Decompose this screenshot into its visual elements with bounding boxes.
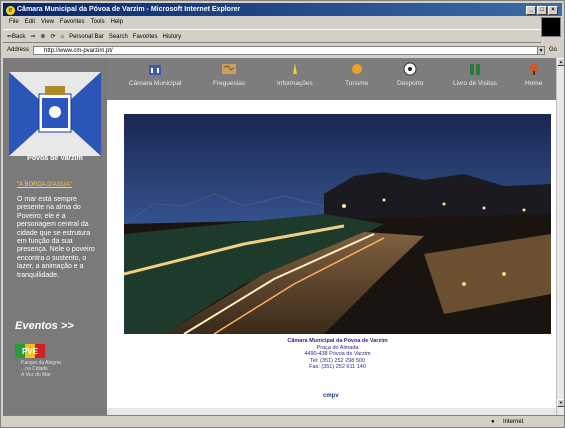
town-name: Póvoa de Varzim [27,155,83,162]
stop-button[interactable]: ⊗ [40,30,45,42]
menu-edit[interactable]: Edit [25,17,35,28]
close-button[interactable]: × [548,6,558,15]
book-icon [468,62,482,76]
map-icon [222,62,237,76]
info-icon [288,62,302,76]
left-panel: Póvoa de Varzim "A BORDA D'AGUA" O mar e… [3,58,107,415]
nav-informacoes[interactable]: Informações [277,62,313,87]
go-button[interactable]: Go [549,44,557,57]
events-logo-text: PVE [22,347,39,356]
soccer-ball-icon [403,62,417,76]
building-icon [148,62,162,76]
menu-view[interactable]: View [41,17,54,28]
menu-bar: File Edit View Favorites Tools Help [3,17,543,28]
events-logo[interactable]: PVE [15,344,45,358]
browser-window: e Câmara Municipal da Póvoa de Varzim - … [0,0,565,428]
address-input[interactable]: http://www.cm-pvarzim.pt/ [33,46,543,55]
window-title: Câmara Municipal da Póvoa de Varzim - Mi… [17,6,241,13]
city-night-photo [124,114,551,334]
menu-favorites[interactable]: Favorites [60,17,85,28]
nav-freguesias[interactable]: Freguesias [213,62,245,87]
home-icon [527,62,541,76]
toolbar: ⇐Back ⇒ ⊗ ⟳ ⌂ Personal Bar Search Favori… [3,29,541,43]
story-link[interactable]: "A BORDA D'AGUA" [17,182,72,188]
town-crest-logo [9,72,101,156]
contact-caption: Câmara Municipal da Póvoa de Varzim Praç… [124,338,551,371]
address-label: Address [7,47,30,53]
page-viewport: Póvoa de Varzim "A BORDA D'AGUA" O mar e… [3,58,564,415]
vertical-scrollbar[interactable]: ▲ ▼ [556,58,564,415]
status-bar: ● Internet [3,415,564,427]
forward-button[interactable]: ⇒ [30,30,35,42]
favorites-button[interactable]: Favorites [133,30,158,42]
horizontal-scrollbar[interactable] [107,408,556,415]
nav-livro-de-visitas[interactable]: Livro de Visitas [453,62,497,87]
sun-icon [350,62,364,76]
caption-line4: Fax: (351) 252 611 140 [309,364,366,370]
refresh-button[interactable]: ⟳ [50,30,55,42]
menu-tools[interactable]: Tools [91,17,105,28]
events-link[interactable]: Eventos >> [15,320,74,332]
history-button[interactable]: History [162,30,181,42]
scroll-up-button[interactable]: ▲ [557,58,564,66]
cmpv-badge[interactable]: cmpv [323,393,339,399]
back-button[interactable]: ⇐Back [7,30,25,42]
nav-turismo[interactable]: Turismo [345,62,368,87]
home-button[interactable]: ⌂ [60,30,64,42]
site-nav: Câmara Municipal Freguesias Informações … [107,58,556,100]
globe-icon: ● [491,419,495,425]
ie-logo-icon: e [6,6,15,15]
maximize-button[interactable]: □ [537,6,547,15]
events-text: Parque da Alegria ...na Cidade A Vez do … [21,360,61,378]
nav-home[interactable]: Home [525,62,542,87]
nav-desporto[interactable]: Desporto [397,62,423,87]
status-zone: Internet [503,419,524,425]
scroll-down-button[interactable]: ▼ [557,399,564,407]
minimize-button[interactable]: _ [526,6,536,15]
throbber-logo [541,17,561,37]
address-bar: Address http://www.cm-pvarzim.pt/ ▼ Go [3,44,564,57]
address-dropdown-button[interactable]: ▼ [537,46,545,55]
menu-help[interactable]: Help [111,17,123,28]
title-bar: e Câmara Municipal da Póvoa de Varzim - … [3,3,562,16]
main-content: Câmara Municipal da Póvoa de Varzim Praç… [107,100,556,415]
nav-camara-municipal[interactable]: Câmara Municipal [129,62,181,87]
search-button[interactable]: Search [109,30,128,42]
menu-file[interactable]: File [9,17,19,28]
story-text: O mar está sempre presente na alma do Po… [17,196,95,279]
personal-bar-button[interactable]: Personal Bar [69,30,104,42]
